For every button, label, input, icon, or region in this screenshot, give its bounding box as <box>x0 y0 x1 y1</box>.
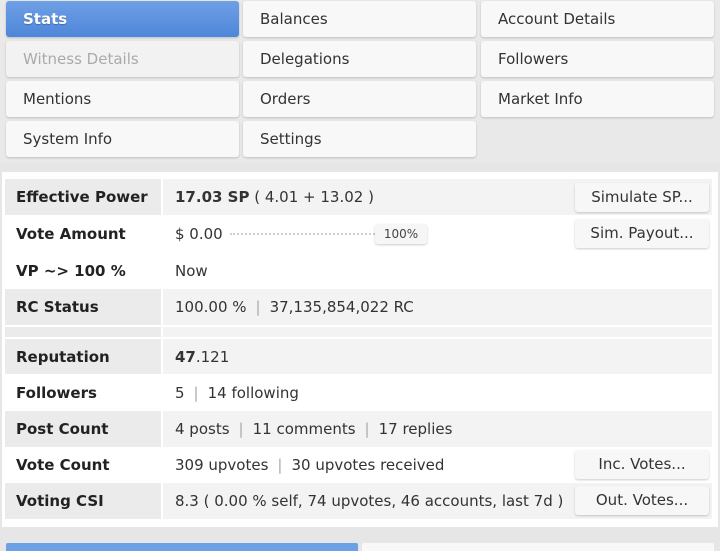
tab-stats[interactable]: Stats <box>6 1 239 37</box>
tab-orders[interactable]: Orders <box>243 81 476 117</box>
replies-count: 17 replies <box>378 420 453 438</box>
followers-count: 5 <box>175 384 185 402</box>
vp-value: Now <box>175 261 208 280</box>
tab-followers[interactable]: Followers <box>481 41 714 77</box>
vp-row: VP ~> 100 % Now <box>5 252 712 289</box>
vp-label: VP ~> 100 % <box>5 252 163 289</box>
rc-percent: 100.00 % <box>175 298 247 316</box>
out-votes-button[interactable]: Out. Votes... <box>575 486 709 515</box>
bottom-tab-bar <box>0 535 720 551</box>
separator: | <box>364 420 370 438</box>
sim-payout-button[interactable]: Sim. Payout... <box>575 219 709 248</box>
tab-market-info[interactable]: Market Info <box>481 81 714 117</box>
followers-label: Followers <box>5 375 163 411</box>
slider-track <box>230 233 375 235</box>
tab-bar: Stats Balances Account Details Witness D… <box>0 0 720 163</box>
effective-power-value: 17.03 SP ( 4.01 + 13.02 ) <box>175 179 374 215</box>
voting-csi-value: 8.3 ( 0.00 % self, 74 upvotes, 46 accoun… <box>175 492 564 510</box>
rc-status-label: RC Status <box>5 289 163 325</box>
posts-count: 4 posts <box>175 420 230 438</box>
effective-power-breakdown: ( 4.01 + 13.02 ) <box>254 188 374 206</box>
voting-csi-label: Voting CSI <box>5 483 163 519</box>
reputation-row: Reputation 47.121 <box>5 339 712 374</box>
vote-count-row: Vote Count 309 upvotes | 30 upvotes receiv… <box>5 447 712 483</box>
followers-row: Followers 5 | 14 following <box>5 375 712 411</box>
following-count: 14 following <box>207 384 299 402</box>
tab-witness-details[interactable]: Witness Details <box>6 41 239 77</box>
upvotes-received: 30 upvotes received <box>291 456 445 474</box>
reputation-int: 47 <box>175 347 196 366</box>
rc-status-row: RC Status 100.00 % | 37,135,854,022 RC <box>5 289 712 325</box>
rc-status-value: 100.00 % | 37,135,854,022 RC <box>175 289 414 325</box>
reputation-value: 47.121 <box>175 339 229 374</box>
separator: | <box>238 420 244 438</box>
spacer-label <box>5 327 163 337</box>
simulate-sp-button[interactable]: Simulate SP... <box>575 183 709 212</box>
vote-count-value: 309 upvotes | 30 upvotes received <box>175 447 444 483</box>
vote-amount-label: Vote Amount <box>5 215 163 252</box>
stats-panel: Effective Power 17.03 SP ( 4.01 + 13.02 … <box>2 172 718 527</box>
bottom-tab[interactable] <box>362 543 714 551</box>
post-count-row: Post Count 4 posts | 11 comments | 17 replie… <box>5 411 712 447</box>
tab-balances[interactable]: Balances <box>243 1 476 37</box>
slider-handle[interactable]: 100% <box>375 224 427 244</box>
tab-account-details[interactable]: Account Details <box>481 1 714 37</box>
effective-power-sp: 17.03 SP <box>175 188 250 206</box>
effective-power-row: Effective Power 17.03 SP ( 4.01 + 13.02 … <box>5 179 712 215</box>
separator: | <box>255 298 261 316</box>
vote-amount-row: Vote Amount $ 0.00 100% Sim. Payout... <box>5 215 712 252</box>
tab-system-info[interactable]: System Info <box>6 121 239 157</box>
upvotes-count: 309 upvotes <box>175 456 269 474</box>
reputation-label: Reputation <box>5 339 163 374</box>
followers-value: 5 | 14 following <box>175 375 299 411</box>
bottom-tab-active[interactable] <box>6 543 358 551</box>
reputation-decimal: .121 <box>195 347 230 366</box>
effective-power-label: Effective Power <box>5 179 163 215</box>
voting-csi-row: Voting CSI 8.3 ( 0.00 % self, 74 upvotes… <box>5 483 712 519</box>
inc-votes-button[interactable]: Inc. Votes... <box>575 450 709 479</box>
rc-amount: 37,135,854,022 RC <box>269 298 414 316</box>
post-count-value: 4 posts | 11 comments | 17 replies <box>175 411 452 447</box>
tab-settings[interactable]: Settings <box>243 121 476 157</box>
comments-count: 11 comments <box>252 420 356 438</box>
post-count-label: Post Count <box>5 411 163 447</box>
vote-amount-value: $ 0.00 <box>175 224 223 243</box>
tab-delegations[interactable]: Delegations <box>243 41 476 77</box>
separator: | <box>193 384 199 402</box>
separator: | <box>277 456 283 474</box>
tab-mentions[interactable]: Mentions <box>6 81 239 117</box>
vote-weight-slider[interactable]: 100% <box>230 224 427 244</box>
vote-count-label: Vote Count <box>5 447 163 483</box>
spacer-row <box>5 327 712 337</box>
